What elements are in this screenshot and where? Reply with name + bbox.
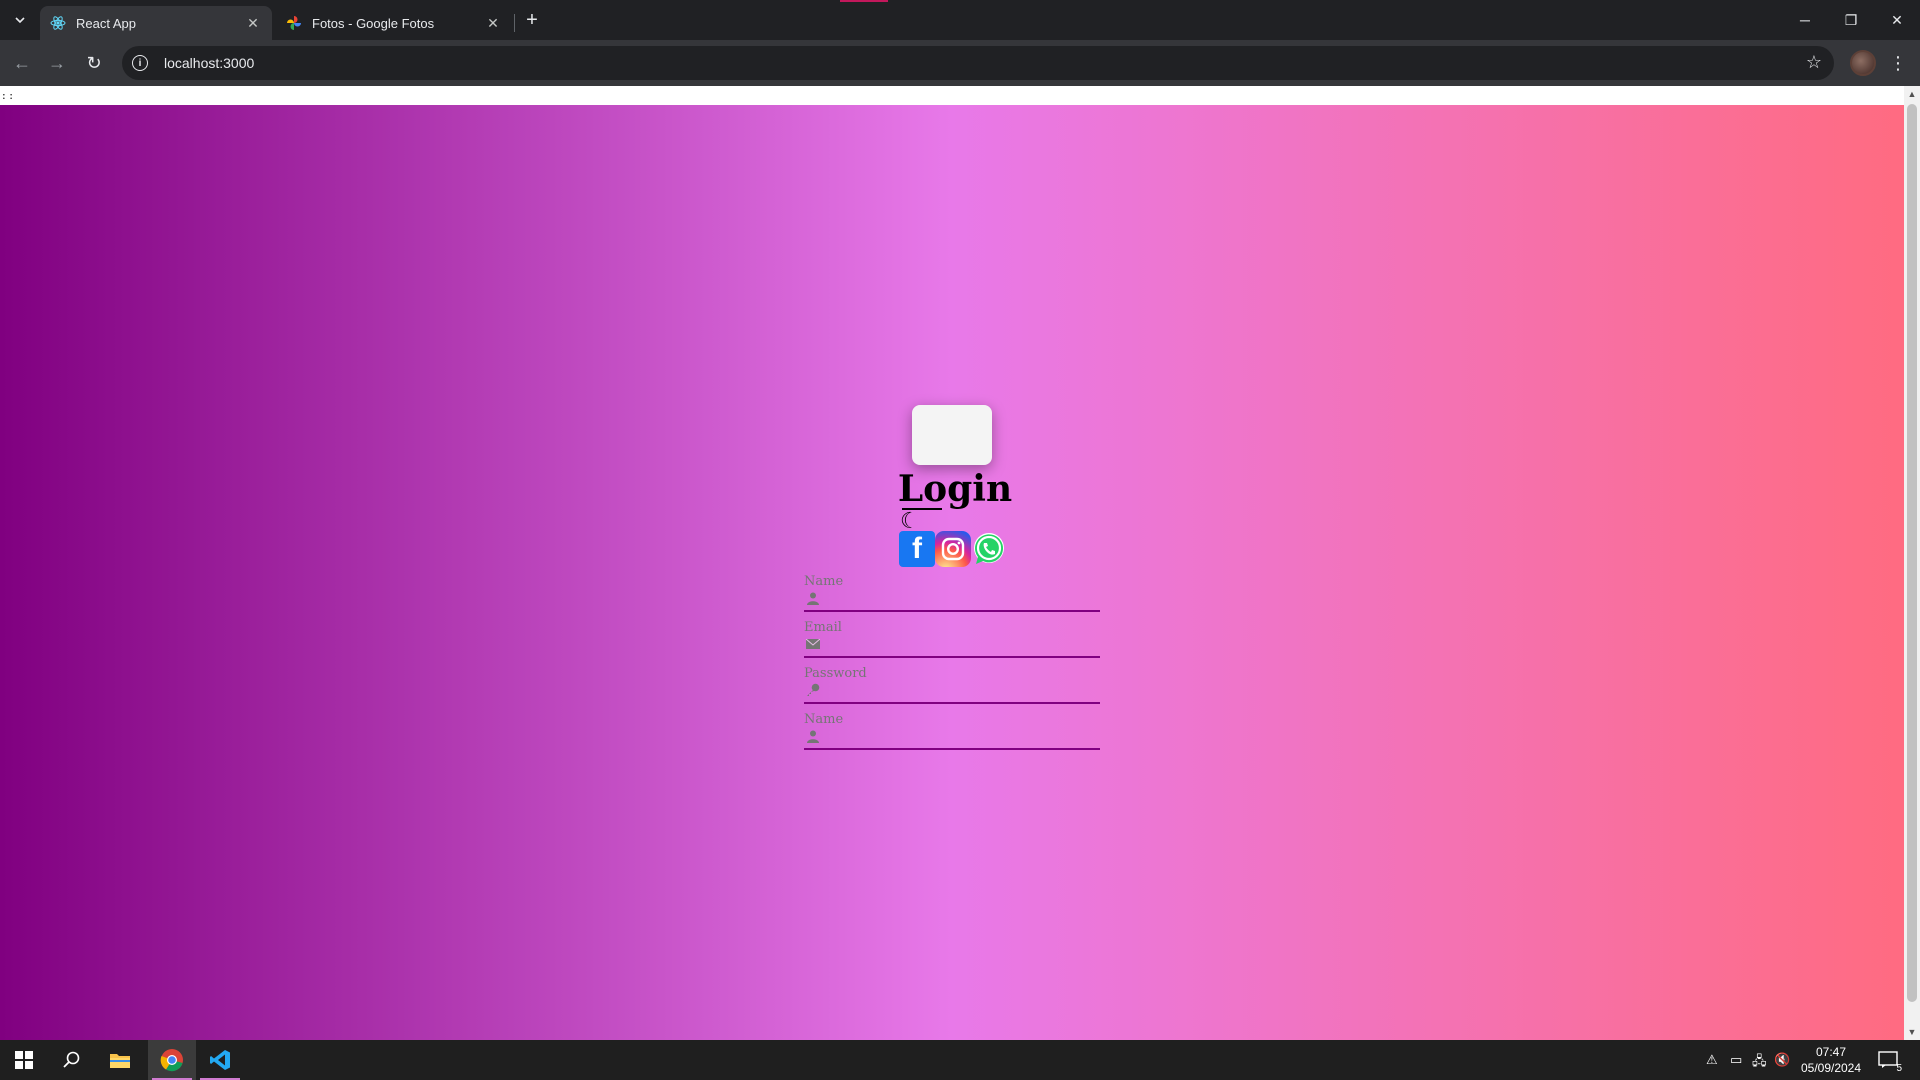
start-button[interactable]	[0, 1040, 48, 1080]
arrow-left-icon: ←	[13, 52, 31, 73]
user-icon	[806, 591, 820, 605]
key-icon	[806, 683, 820, 697]
forward-button[interactable]: →	[41, 47, 73, 79]
page-scrollbar[interactable]: ▲ ▼	[1904, 86, 1920, 1040]
chrome-icon	[160, 1049, 183, 1072]
reload-icon: ↻	[86, 52, 102, 73]
bookmark-star-icon[interactable]: ☆	[1806, 52, 1822, 73]
envelope-icon	[806, 637, 820, 651]
chevron-down-icon	[15, 17, 25, 24]
user-icon	[806, 729, 820, 743]
page-viewport: : : Login ☾ f Name Email Password Name ▲…	[0, 86, 1920, 1040]
meet-icon[interactable]: ▭	[1730, 1052, 1742, 1068]
email-field: Email	[804, 620, 1100, 666]
clock-time: 07:47	[1815, 1045, 1847, 1059]
tab-title: React App	[76, 15, 136, 31]
notification-icon	[1878, 1051, 1898, 1068]
scrollbar-thumb[interactable]	[1907, 104, 1917, 1002]
tab-react-app[interactable]: React App ✕	[40, 6, 272, 40]
file-explorer-button[interactable]	[96, 1040, 144, 1080]
chrome-taskbar-button[interactable]	[148, 1040, 196, 1080]
reload-button[interactable]: ↻	[78, 47, 110, 79]
taskbar-clock[interactable]: 07:47 05/09/2024	[1790, 1044, 1872, 1076]
password-label: Password	[804, 666, 867, 681]
vscode-taskbar-button[interactable]	[196, 1040, 244, 1080]
field-underline	[804, 702, 1100, 704]
search-button[interactable]	[48, 1040, 96, 1080]
instagram-icon[interactable]	[935, 531, 971, 567]
browser-tab-strip: React App ✕ Fotos - Google Fotos ✕ + ─ ❐…	[0, 0, 1920, 40]
name-input-2[interactable]	[824, 726, 1100, 746]
google-photos-icon	[286, 15, 302, 31]
email-label: Email	[804, 620, 842, 635]
login-title-text: Login	[897, 468, 1013, 510]
notification-center-button[interactable]: 5	[1876, 1048, 1902, 1074]
facebook-icon[interactable]: f	[899, 531, 935, 567]
arrow-right-icon: →	[48, 52, 66, 73]
clock-date: 05/09/2024	[1800, 1061, 1862, 1075]
login-form: Name Email Password Name	[804, 574, 1100, 758]
volume-muted-icon[interactable]: 🔇	[1774, 1052, 1790, 1068]
network-icon[interactable]: 🖧	[1752, 1052, 1767, 1074]
close-window-button[interactable]: ✕	[1874, 0, 1920, 40]
tab-separator	[514, 14, 515, 32]
field-underline	[804, 656, 1100, 658]
name-field: Name	[804, 574, 1100, 620]
notification-count: 5	[1896, 1063, 1902, 1074]
name-label: Name	[804, 712, 844, 727]
moon-icon[interactable]: ☾	[900, 510, 920, 532]
tab-search-button[interactable]	[8, 8, 32, 32]
whatsapp-icon[interactable]	[971, 531, 1007, 567]
network-warning-icon[interactable]: ⚠	[1706, 1052, 1718, 1068]
restore-button[interactable]: ❐	[1828, 0, 1874, 40]
email-input[interactable]	[824, 634, 1100, 654]
windows-taskbar: ⚠ ▭ 🖧 🔇 07:47 05/09/2024 5	[0, 1040, 1920, 1080]
gradient-background	[0, 105, 1904, 1040]
react-logo-icon	[50, 15, 66, 31]
logo-card	[912, 405, 992, 465]
browser-toolbar: ← → ↻ i localhost:3000 ☆ ⋮	[0, 40, 1920, 86]
profile-avatar[interactable]	[1850, 50, 1876, 76]
browser-menu-icon[interactable]: ⋮	[1886, 49, 1910, 77]
name-label: Name	[804, 574, 844, 589]
search-icon	[63, 1051, 80, 1068]
page-title: Login	[0, 468, 1904, 510]
name-input[interactable]	[824, 588, 1100, 608]
recording-indicator	[840, 0, 888, 2]
close-tab-icon[interactable]: ✕	[482, 12, 504, 34]
minimize-button[interactable]: ─	[1782, 0, 1828, 40]
new-tab-button[interactable]: +	[520, 8, 544, 32]
name-field-2: Name	[804, 712, 1100, 758]
tab-title: Fotos - Google Fotos	[312, 15, 435, 31]
address-url[interactable]: localhost:3000	[164, 55, 254, 71]
page-top-text: : :	[0, 86, 1904, 105]
password-input[interactable]	[824, 680, 1100, 700]
field-underline	[804, 610, 1100, 612]
folder-icon	[110, 1054, 130, 1068]
back-button[interactable]: ←	[6, 47, 38, 79]
address-bar[interactable]: i localhost:3000 ☆	[122, 46, 1834, 80]
scroll-down-icon[interactable]: ▼	[1904, 1024, 1920, 1040]
field-underline	[804, 748, 1100, 750]
password-field: Password	[804, 666, 1100, 712]
site-info-icon[interactable]: i	[132, 55, 148, 71]
close-tab-icon[interactable]: ✕	[242, 12, 264, 34]
scroll-up-icon[interactable]: ▲	[1904, 86, 1920, 102]
vscode-icon	[210, 1050, 230, 1070]
tab-google-fotos[interactable]: Fotos - Google Fotos ✕	[276, 6, 512, 40]
windows-logo-icon	[15, 1051, 33, 1069]
social-links: f	[899, 531, 1007, 567]
